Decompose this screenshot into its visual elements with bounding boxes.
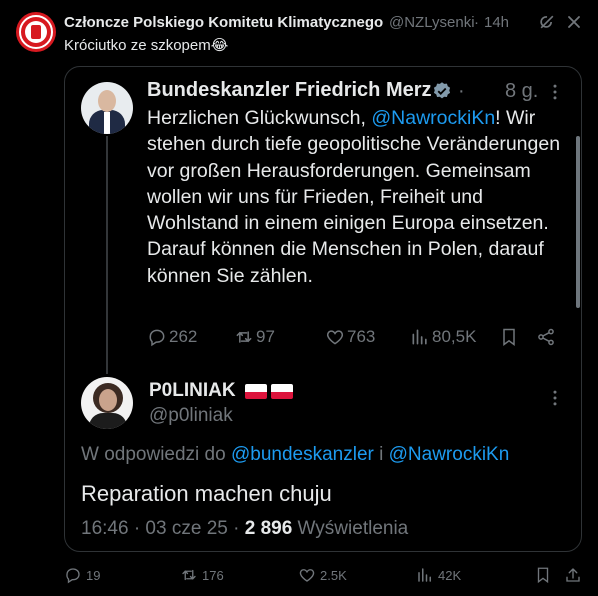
bookmark-button[interactable]	[534, 566, 552, 584]
retweet-icon	[236, 331, 252, 343]
retweet-button[interactable]: 176	[180, 566, 224, 584]
retweet-count: 176	[202, 567, 224, 583]
poland-flag-icon	[245, 384, 267, 399]
reply-count: 262	[169, 327, 198, 346]
share-icon	[538, 328, 554, 346]
author-name[interactable]: Bundeskanzler Friedrich Merz	[147, 79, 432, 102]
share-button[interactable]	[564, 566, 582, 584]
heart-icon	[326, 330, 344, 345]
avatar[interactable]	[81, 82, 133, 134]
reply-icon	[66, 568, 80, 584]
more-options-icon[interactable]	[564, 12, 584, 32]
share-button[interactable]	[536, 327, 556, 347]
like-button[interactable]: 2.5K	[298, 566, 347, 584]
views-button[interactable]: 80,5K	[410, 327, 476, 347]
heart-icon	[299, 569, 315, 582]
mention-link[interactable]: @NawrockiKn	[389, 444, 510, 465]
more-options-icon[interactable]	[545, 82, 565, 102]
mention-link[interactable]: @bundeskanzler	[231, 444, 374, 465]
views-label: Wyświetlenia	[292, 518, 409, 539]
tweet-meta: 16:46 · 03 cze 25 · 2 896 Wyświetlenia	[81, 518, 408, 540]
like-count: 763	[347, 327, 376, 346]
reply-count: 19	[86, 567, 101, 583]
author-name[interactable]: Członcze Polskiego Komitetu Klimatyczneg…	[64, 14, 383, 31]
avatar[interactable]	[16, 12, 56, 52]
analytics-icon	[412, 329, 427, 345]
timestamp[interactable]: 16:46 · 03 cze 25 ·	[81, 518, 245, 539]
like-button[interactable]: 763	[325, 327, 375, 347]
reply-button[interactable]: 262	[147, 327, 197, 347]
tweet-text: Reparation machen chuju	[81, 481, 332, 506]
mention-link[interactable]: @NawrockiKn	[371, 107, 495, 129]
retweet-icon	[182, 569, 196, 581]
grok-icon[interactable]	[537, 12, 557, 32]
tweet-time[interactable]: 8 g.	[505, 80, 538, 103]
reply-button[interactable]: 19	[64, 566, 100, 584]
thread-line	[106, 136, 108, 374]
separator: ·	[474, 14, 479, 31]
tweet-text: Króciutko ze szkopem😂	[64, 37, 229, 54]
analytics-icon	[418, 568, 431, 582]
poland-flag-icon	[271, 384, 293, 399]
views-button[interactable]: 42K	[416, 566, 461, 584]
bookmark-button[interactable]	[499, 327, 519, 347]
text-segment: W odpowiedzi do	[81, 444, 231, 465]
tweet-text: Herzlichen Glückwunsch, @NawrockiKn! Wir…	[147, 105, 567, 289]
scrollbar[interactable]	[576, 136, 580, 308]
author-handle[interactable]: @NZLysenki	[389, 14, 475, 31]
more-options-icon[interactable]	[545, 388, 565, 408]
retweet-count: 97	[256, 327, 275, 346]
separator: ·	[458, 80, 465, 102]
author-name[interactable]: P0LINIAK	[149, 380, 236, 402]
text-segment: i	[373, 444, 389, 465]
verified-badge-icon	[433, 82, 451, 99]
share-icon	[566, 568, 580, 582]
text-segment: Herzlichen Glückwunsch,	[147, 107, 372, 129]
author-handle[interactable]: @p0liniak	[149, 405, 233, 427]
reply-icon	[149, 329, 165, 347]
views-count: 80,5K	[432, 327, 477, 346]
bookmark-icon	[503, 328, 515, 346]
like-count: 2.5K	[320, 567, 347, 583]
views-count: 2 896	[244, 518, 293, 539]
reply-context: W odpowiedzi do @bundeskanzler i @Nawroc…	[81, 444, 509, 466]
bookmark-icon	[537, 567, 549, 584]
retweet-button[interactable]: 97	[234, 327, 275, 347]
views-count: 42K	[438, 567, 462, 583]
text-segment: ! Wir stehen durch tiefe geopolitische V…	[147, 107, 561, 287]
tweet-time[interactable]: 14h	[484, 14, 509, 31]
avatar[interactable]	[81, 377, 133, 429]
